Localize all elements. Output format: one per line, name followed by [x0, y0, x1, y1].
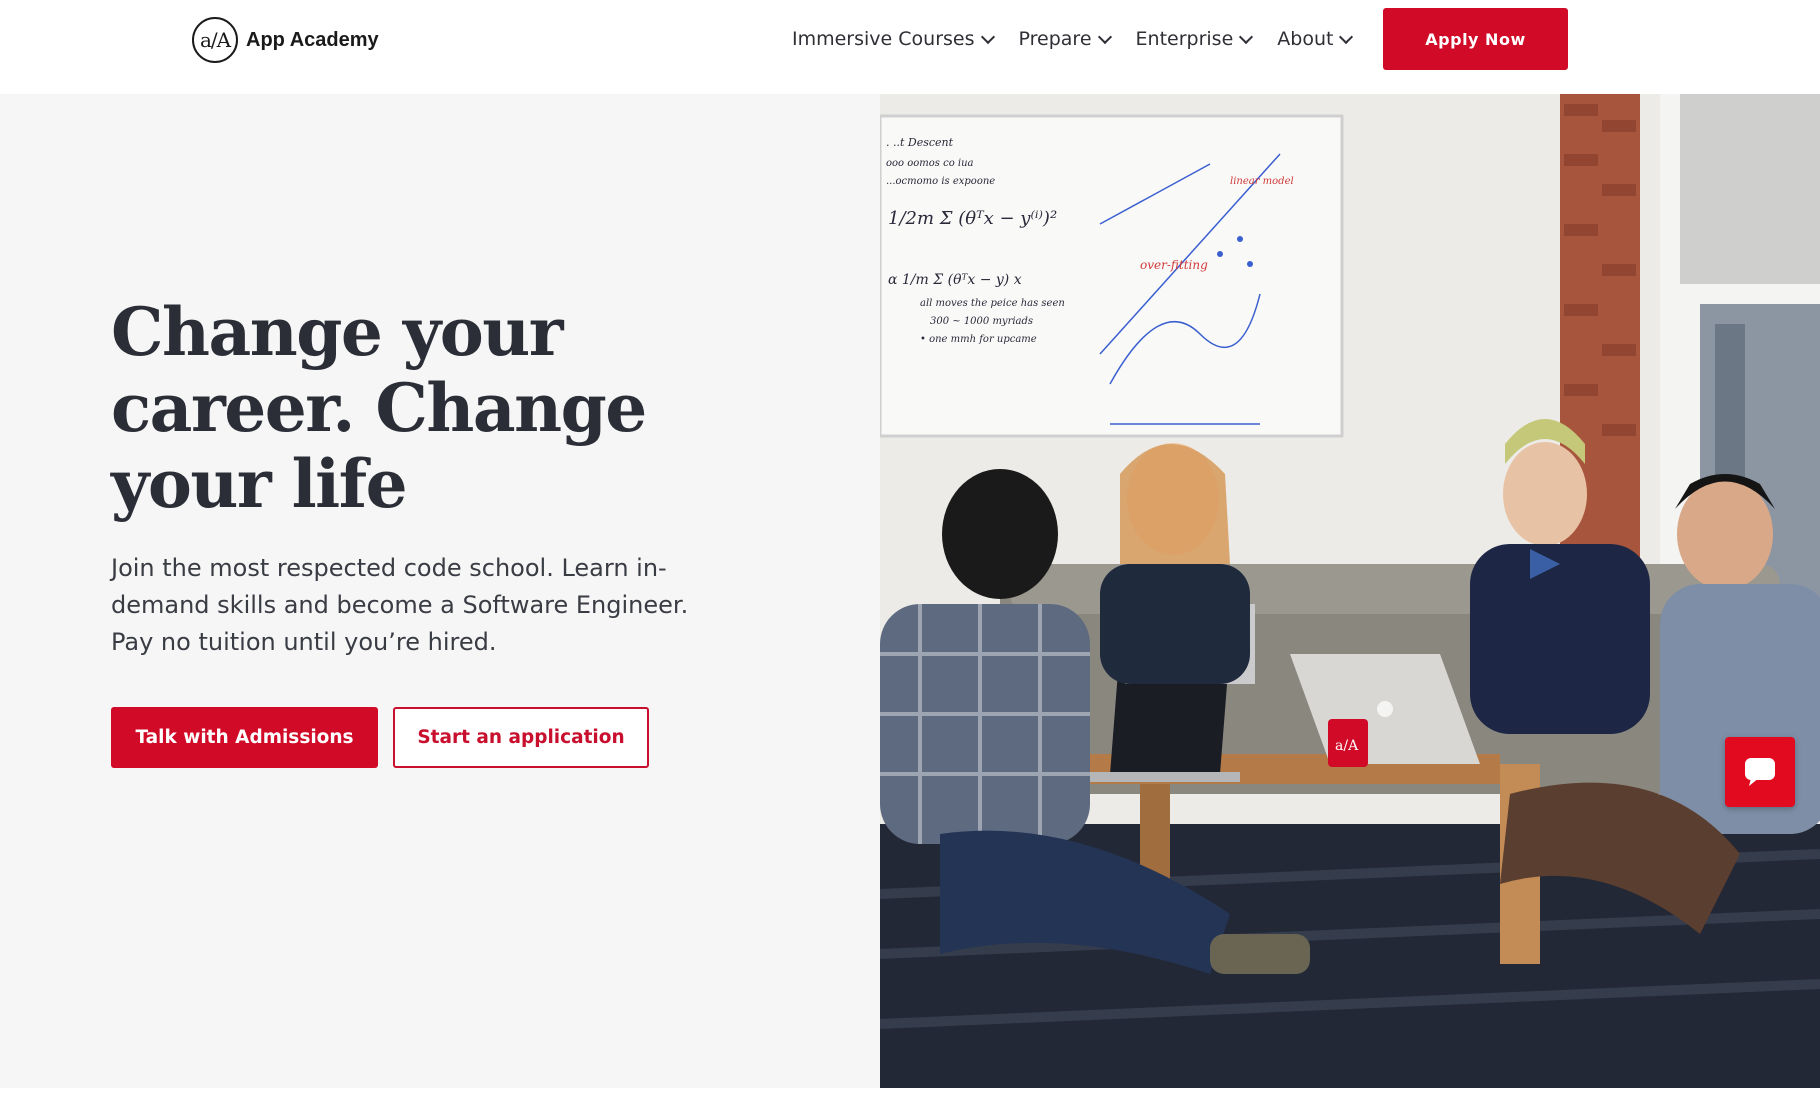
logo-mark-icon: a/A	[192, 17, 238, 63]
svg-text:all moves the peice has seen: all moves the peice has seen	[920, 298, 1065, 309]
hero-subtext: Join the most respected code school. Lea…	[111, 554, 689, 656]
mug-logo: a/A	[1335, 738, 1359, 754]
svg-text:α 1/m Σ (θᵀx − y) x: α 1/m Σ (θᵀx − y) x	[888, 272, 1022, 288]
nav-immersive-courses[interactable]: Immersive Courses	[792, 22, 995, 56]
start-application-button[interactable]: Start an application	[393, 707, 649, 768]
svg-text:. ..t Descent: . ..t Descent	[886, 136, 954, 149]
hero-text-panel: Change your career. Change your life Joi…	[0, 94, 880, 1088]
nav-label: Immersive Courses	[792, 28, 975, 50]
nav-enterprise[interactable]: Enterprise	[1135, 22, 1254, 56]
svg-text:300 ~ 1000 myriads: 300 ~ 1000 myriads	[930, 316, 1033, 327]
main-nav: Immersive Courses Prepare Enterprise Abo…	[792, 22, 1377, 56]
chat-button[interactable]	[1725, 737, 1795, 807]
nav-label: About	[1277, 28, 1334, 50]
svg-text:over-fitting: over-fitting	[1140, 258, 1208, 272]
svg-text:linear model: linear model	[1230, 176, 1294, 187]
talk-with-admissions-button[interactable]: Talk with Admissions	[111, 707, 378, 768]
nav-label: Enterprise	[1135, 28, 1234, 50]
nav-prepare[interactable]: Prepare	[1018, 22, 1112, 56]
nav-about[interactable]: About	[1277, 22, 1354, 56]
chevron-down-icon	[1097, 29, 1112, 44]
chevron-down-icon	[1339, 29, 1354, 44]
hero-headline: Change your career. Change your life	[111, 293, 647, 523]
logo-text: App Academy	[246, 28, 379, 51]
apply-now-button[interactable]: Apply Now	[1383, 8, 1568, 70]
chat-bubble-icon	[1745, 758, 1775, 786]
svg-text:...ocmomo is expoone: ...ocmomo is expoone	[886, 176, 995, 187]
svg-text:1/2m Σ (θᵀx − y⁽ⁱ⁾)²: 1/2m Σ (θᵀx − y⁽ⁱ⁾)²	[888, 208, 1057, 229]
hero-image: . ..t Descent ooo oomos co iua ...ocmomo…	[880, 94, 1820, 1088]
svg-text:• one mmh for upcame: • one mmh for upcame	[920, 334, 1037, 345]
chevron-down-icon	[1239, 29, 1254, 44]
site-header: a/A App Academy Immersive Courses Prepar…	[0, 0, 1820, 94]
nav-label: Prepare	[1018, 28, 1092, 50]
svg-text:ooo oomos co iua: ooo oomos co iua	[886, 158, 974, 169]
logo[interactable]: a/A App Academy	[192, 17, 379, 63]
chevron-down-icon	[980, 29, 995, 44]
hero-photo: . ..t Descent ooo oomos co iua ...ocmomo…	[880, 94, 1820, 1088]
